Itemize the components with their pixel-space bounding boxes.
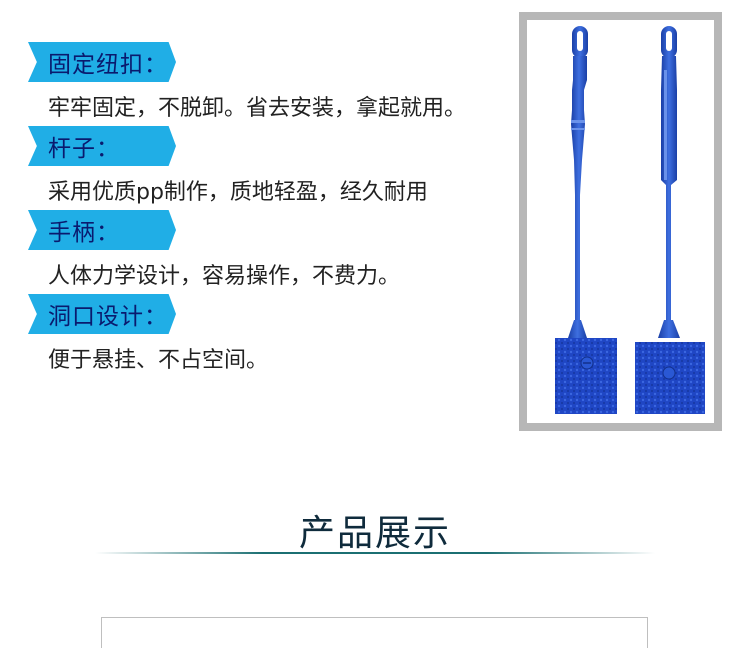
product-image	[527, 20, 714, 423]
section-divider	[95, 552, 655, 554]
right-brush	[635, 26, 705, 414]
feature-tag-pole: 杆子：	[28, 126, 176, 166]
product-display-box	[101, 617, 648, 648]
brush-pair-illustration	[555, 26, 705, 414]
product-image-frame	[519, 12, 722, 431]
left-brush	[555, 26, 617, 414]
feature-tag-label: 洞口设计：	[48, 304, 168, 330]
feature-tag-label: 手柄：	[48, 220, 120, 246]
feature-tag-handle: 手柄：	[28, 210, 176, 250]
feature-tag-hole: 洞口设计：	[28, 294, 176, 334]
feature-tag-button: 固定纽扣：	[28, 42, 176, 82]
section-title: 产品展示	[298, 513, 451, 554]
feature-desc-button: 牢牢固定，不脱卸。省去安装，拿起就用。	[48, 96, 467, 121]
feature-desc-pole: 采用优质pp制作，质地轻盈，经久耐用	[48, 180, 428, 205]
feature-desc-handle: 人体力学设计，容易操作，不费力。	[48, 264, 401, 289]
feature-tag-label: 固定纽扣：	[48, 52, 168, 78]
feature-tag-label: 杆子：	[48, 136, 120, 162]
feature-desc-hole: 便于悬挂、不占空间。	[48, 348, 269, 373]
